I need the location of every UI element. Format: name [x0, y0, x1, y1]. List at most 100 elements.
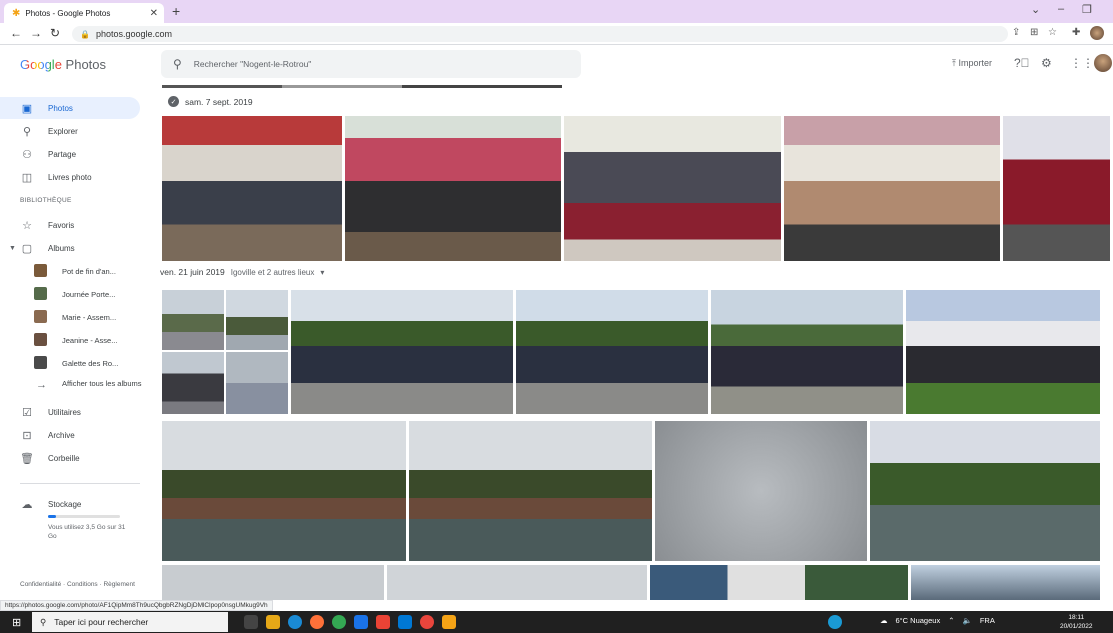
sidebar-item-favoris[interactable]: ☆ Favoris — [0, 214, 140, 236]
photo-thumbnail[interactable] — [162, 290, 224, 350]
album-label: Marie - Assem... — [62, 313, 117, 322]
chevron-down-icon[interactable]: ▼ — [9, 245, 16, 252]
app-icon[interactable] — [828, 615, 842, 629]
chevron-up-icon[interactable]: ⌃ — [948, 616, 954, 625]
album-icon: ▢ — [21, 242, 33, 255]
photo-thumbnail[interactable] — [655, 421, 867, 561]
app-icon[interactable] — [354, 615, 368, 629]
photo-thumbnail[interactable] — [711, 290, 903, 414]
photo-thumbnail[interactable] — [564, 116, 781, 261]
photo-thumbnail[interactable] — [516, 290, 708, 414]
weather-text[interactable]: 6°C Nuageux — [896, 616, 941, 625]
clock-time: 18:11 — [1068, 614, 1085, 621]
photo-thumbnail[interactable] — [226, 290, 288, 350]
photo-thumbnail[interactable] — [162, 421, 406, 561]
arrow-right-icon: → — [36, 379, 47, 391]
reload-icon[interactable]: ↻ — [50, 26, 60, 40]
date-label: ven. 21 juin 2019 — [160, 267, 225, 277]
minimize-icon[interactable]: – — [1058, 3, 1064, 15]
sidebar-item-stockage[interactable]: ☁ Stockage — [0, 493, 140, 515]
volume-icon[interactable]: 🔈 — [963, 616, 972, 625]
profile-avatar[interactable] — [1090, 26, 1104, 40]
taskbar-search[interactable]: ⚲ Taper ici pour rechercher — [32, 612, 228, 632]
photo-thumbnail[interactable] — [162, 116, 342, 261]
sidebar: ▣ Photos ⚲ Explorer ⚇ Partage ◫ Livres p… — [0, 85, 150, 600]
show-all-albums-link[interactable]: Afficher tous les albums — [62, 378, 142, 389]
tab-search-icon[interactable]: ⌄ — [1031, 3, 1040, 16]
account-avatar[interactable] — [1094, 54, 1112, 72]
photo-thumbnail[interactable] — [345, 116, 561, 261]
photo-thumbnail[interactable] — [1003, 116, 1110, 261]
language-indicator[interactable]: FRA — [980, 616, 995, 625]
sidebar-item-corbeille[interactable]: 🗑 Corbeille — [0, 447, 140, 469]
sidebar-item-partage[interactable]: ⚇ Partage — [0, 143, 140, 165]
photo-thumbnail[interactable] — [870, 421, 1100, 561]
location-link[interactable]: Igoville et 2 autres lieux — [231, 268, 315, 277]
photo-thumbnail[interactable] — [650, 565, 908, 600]
address-bar[interactable]: 🔒 photos.google.com — [72, 26, 1008, 42]
google-photos-logo[interactable]: Google Photos — [20, 57, 106, 72]
photo-thumbnail[interactable] — [387, 565, 647, 600]
forward-icon[interactable]: → — [30, 26, 42, 40]
maximize-icon[interactable]: ❐ — [1082, 3, 1092, 16]
album-item[interactable]: Galette des Ro... — [0, 352, 150, 374]
sidebar-item-label: Albums — [48, 243, 75, 253]
album-item[interactable]: Marie - Assem... — [0, 306, 150, 328]
album-item[interactable]: Journée Porte... — [0, 283, 150, 305]
apps-grid-icon[interactable]: ⋮⋮ — [1070, 56, 1094, 70]
album-item[interactable]: Pot de fin d'an... — [0, 260, 150, 282]
url-text: photos.google.com — [95, 29, 173, 39]
album-thumbnail — [34, 310, 47, 323]
task-view-icon[interactable] — [244, 615, 258, 629]
tab-title: Photos - Google Photos — [25, 8, 111, 18]
search-bar[interactable]: ⚲ — [161, 50, 581, 78]
book-icon: ◫ — [21, 171, 33, 184]
photo-thumbnail[interactable] — [291, 290, 513, 414]
photo-thumbnail[interactable] — [911, 565, 1100, 600]
share-icon[interactable]: ⇪ — [1012, 27, 1020, 38]
photo-thumbnail[interactable] — [784, 116, 1000, 261]
select-check-icon[interactable]: ✓ — [168, 96, 179, 107]
extensions-icon[interactable]: ✚ — [1072, 27, 1080, 38]
sidebar-item-label: Corbeille — [48, 453, 80, 463]
gmail-icon[interactable] — [376, 615, 390, 629]
sidebar-item-utilitaires[interactable]: ☑ Utilitaires — [0, 401, 140, 423]
settings-gear-icon[interactable]: ⚙ — [1041, 56, 1052, 70]
sidebar-item-explorer[interactable]: ⚲ Explorer — [0, 120, 140, 142]
photo-thumbnail[interactable] — [226, 352, 288, 414]
edge-icon[interactable] — [288, 615, 302, 629]
album-item[interactable]: Jeanine - Asse... — [0, 329, 150, 351]
new-tab-button[interactable]: + — [172, 3, 180, 19]
clock[interactable]: 18:11 20/01/2022 — [1060, 613, 1093, 631]
footer-links[interactable]: Confidentialité · Conditions · Règlement — [20, 580, 135, 589]
browser-tab[interactable]: ✱ Photos - Google Photos ✕ — [4, 3, 164, 23]
firefox-icon[interactable] — [310, 615, 324, 629]
outlook-icon[interactable] — [398, 615, 412, 629]
sidebar-item-albums[interactable]: ▼ ▢ Albums — [0, 237, 140, 259]
photo-thumbnail[interactable] — [906, 290, 1100, 414]
import-button[interactable]: ⤒ Importer — [952, 58, 992, 69]
search-icon: ⚲ — [40, 616, 47, 627]
sidebar-item-photos[interactable]: ▣ Photos — [0, 97, 140, 119]
help-icon[interactable]: ?⃝ — [1014, 56, 1030, 70]
photo-thumbnail[interactable] — [162, 565, 384, 600]
sidebar-item-archive[interactable]: ⊡ Archive — [0, 424, 140, 446]
chevron-down-icon[interactable]: ▾ — [320, 268, 324, 277]
back-icon[interactable]: ← — [10, 26, 22, 40]
install-icon[interactable]: ⊞ — [1030, 27, 1038, 38]
photo-thumbnail[interactable] — [409, 421, 652, 561]
search-input[interactable] — [193, 59, 554, 69]
close-tab-icon[interactable]: ✕ — [150, 8, 158, 19]
photo-thumbnail[interactable] — [162, 352, 224, 414]
bookmark-star-icon[interactable]: ☆ — [1048, 27, 1057, 38]
chrome-icon[interactable] — [332, 615, 346, 629]
search-icon[interactable]: ⚲ — [173, 57, 182, 71]
windows-start-icon[interactable]: ⊞ — [12, 616, 21, 629]
file-explorer-icon[interactable] — [266, 615, 280, 629]
google-photos-favicon-icon: ✱ — [12, 7, 21, 19]
app-icon[interactable] — [420, 615, 434, 629]
date-group-header: ven. 21 juin 2019 Igoville et 2 autres l… — [160, 267, 324, 277]
sidebar-item-livres-photo[interactable]: ◫ Livres photo — [0, 166, 140, 188]
photo-thumbnail[interactable] — [162, 85, 562, 88]
google-photos-icon[interactable] — [442, 615, 456, 629]
